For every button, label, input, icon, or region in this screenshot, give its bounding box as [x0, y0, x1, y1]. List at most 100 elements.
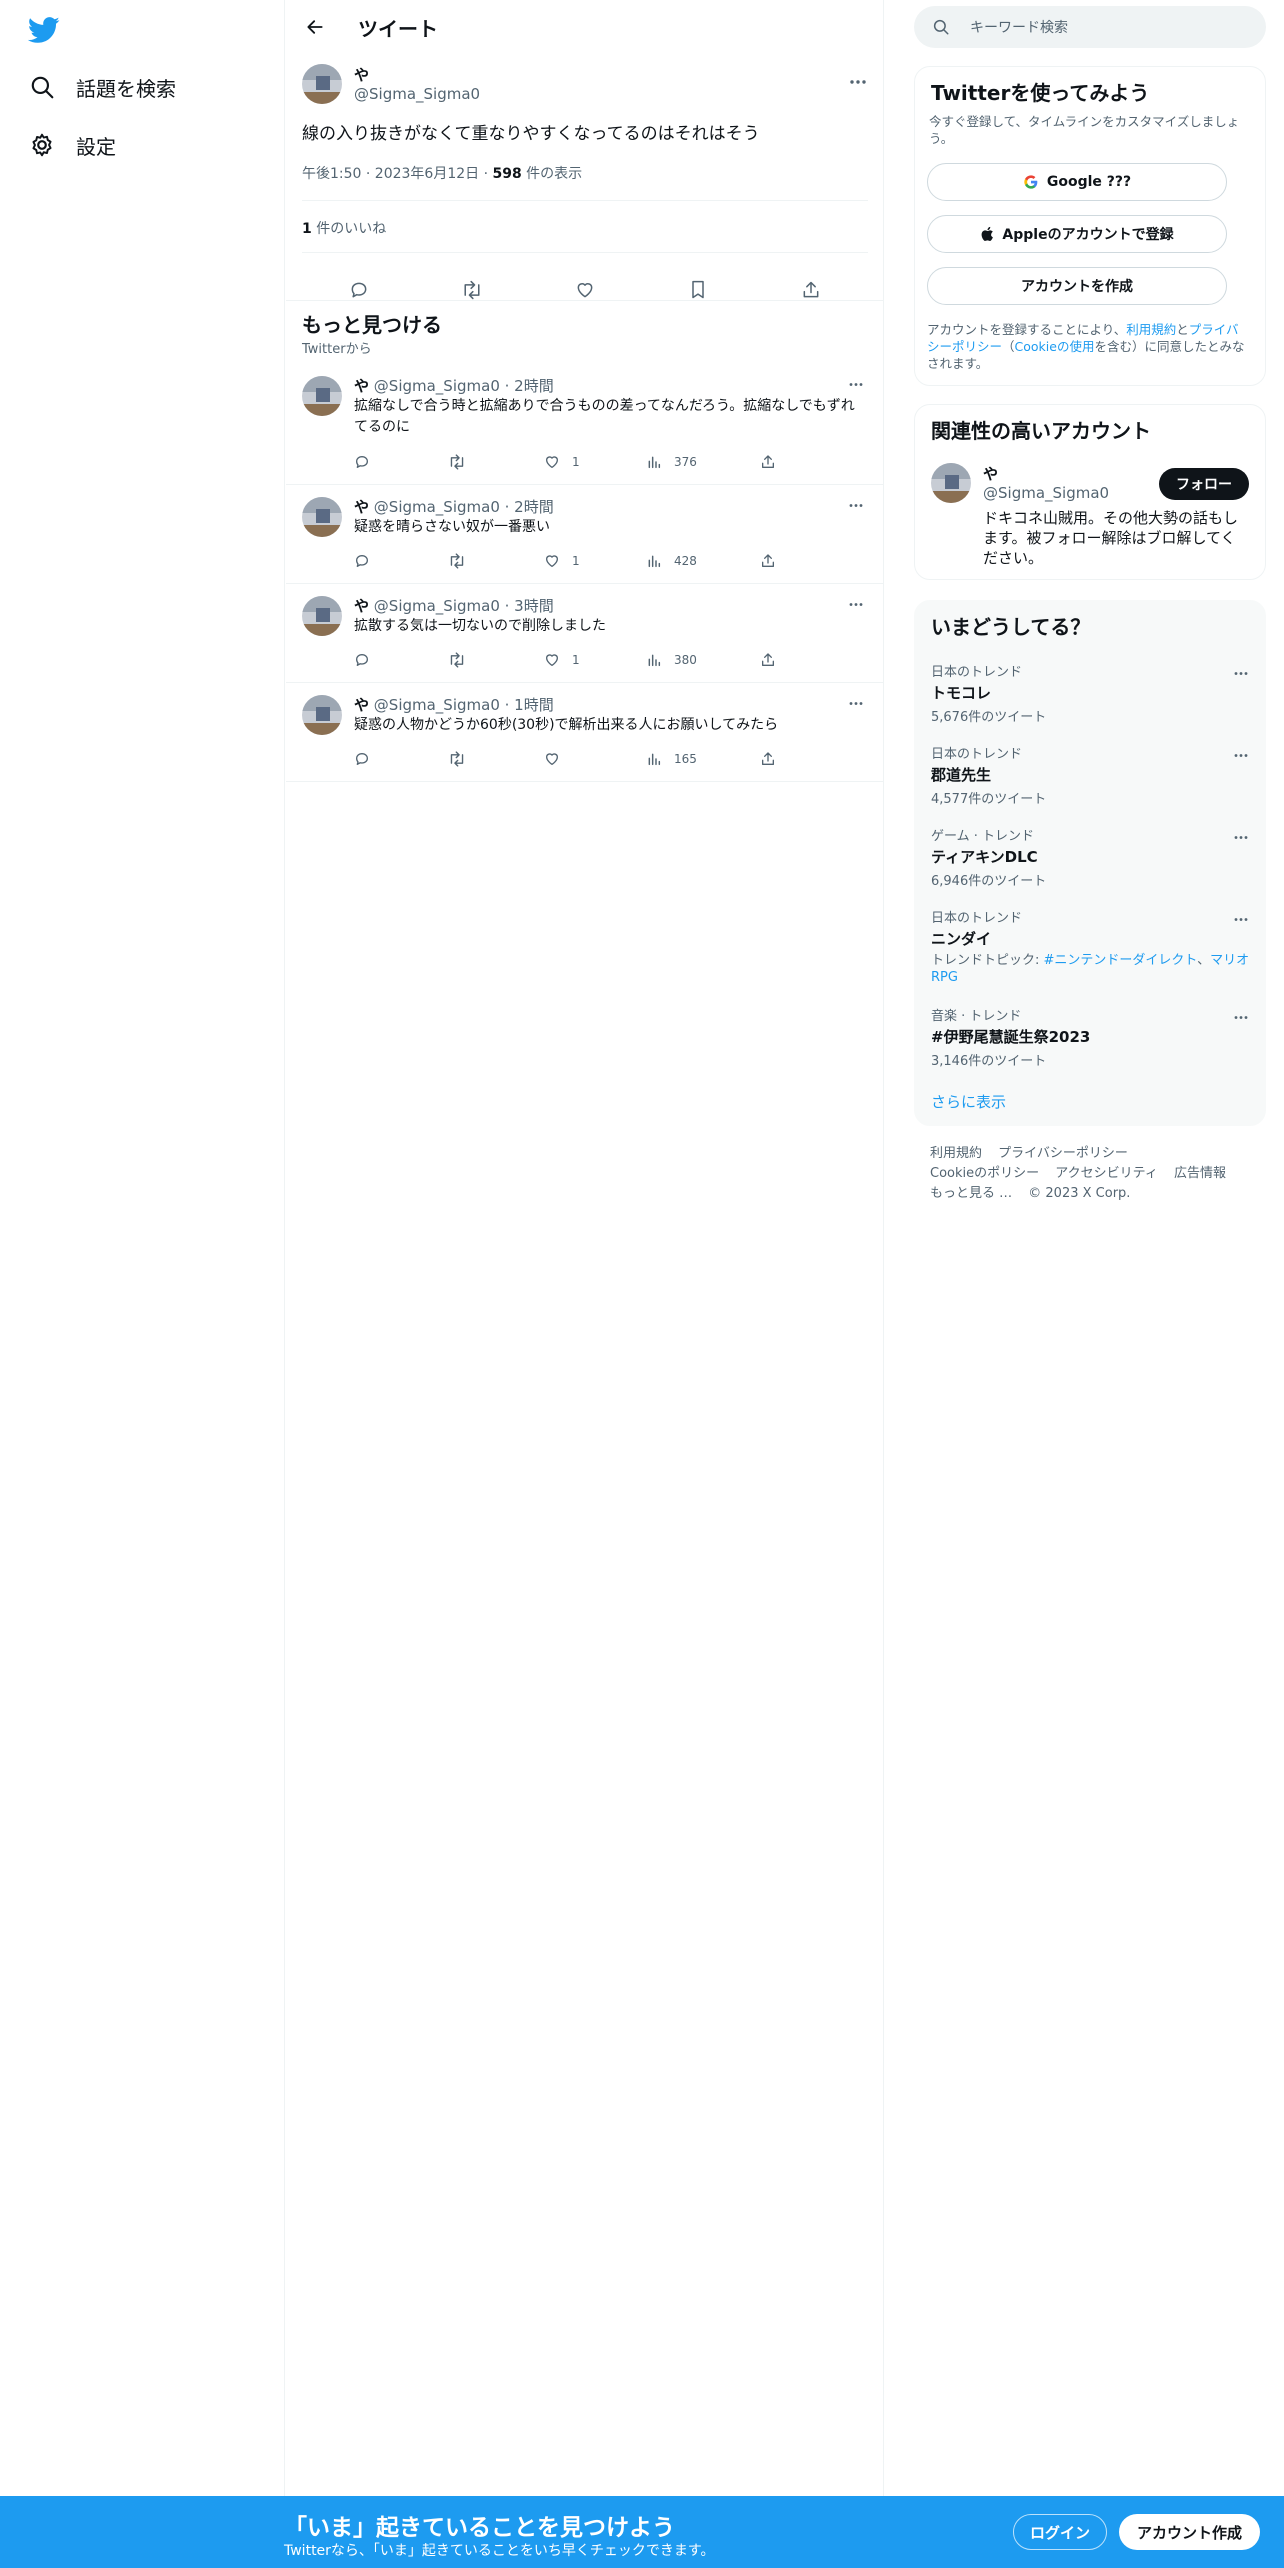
reply-button[interactable]: [354, 551, 370, 571]
back-button[interactable]: [302, 14, 328, 40]
account-name[interactable]: や: [983, 463, 998, 484]
retweet-icon: [450, 454, 464, 470]
more-options-icon[interactable]: [1231, 747, 1251, 763]
tweet-timestamp[interactable]: 午後1:50 · 2023年6月12日 ·: [302, 166, 493, 182]
share-button[interactable]: [760, 650, 776, 670]
views-button[interactable]: 165: [646, 749, 697, 769]
retweet-button[interactable]: [455, 273, 489, 307]
google-icon: [1023, 174, 1039, 190]
reply-icon: [356, 654, 368, 666]
footer-link[interactable]: 利用規約: [930, 1146, 982, 1161]
retweet-button[interactable]: [448, 452, 466, 472]
trend-item[interactable]: 日本のトレンド トモコレ 5,676件のツイート: [931, 661, 1251, 725]
reply-button[interactable]: [354, 452, 370, 472]
trend-item[interactable]: 日本のトレンド 郡道先生 4,577件のツイート: [931, 743, 1251, 807]
cookie-use-link[interactable]: Cookieの使用: [1015, 339, 1095, 354]
trend-item[interactable]: ゲーム · トレンド ティアキンDLC 6,946件のツイート: [931, 825, 1251, 889]
signup-button[interactable]: アカウント作成: [1119, 2514, 1260, 2550]
related-tweet[interactable]: や @Sigma_Sigma0 · 2時間 疑惑を晴らさない奴が一番悪い 1 4…: [286, 485, 884, 584]
heart-icon: [546, 753, 558, 765]
apple-signup-button[interactable]: Appleのアカウントで登録: [927, 215, 1227, 253]
trend-topic-link[interactable]: #ニンテンドーダイレクト: [1044, 953, 1198, 968]
retweet-button[interactable]: [448, 551, 466, 571]
show-more-link[interactable]: さらに表示: [931, 1091, 1006, 1112]
footer-link[interactable]: 広告情報: [1174, 1166, 1226, 1181]
share-icon: [762, 752, 774, 765]
more-options-icon[interactable]: [846, 374, 866, 394]
footer-link[interactable]: プライバシーポリシー: [998, 1146, 1128, 1161]
reply-button[interactable]: [342, 273, 376, 307]
avatar[interactable]: [302, 497, 342, 537]
more-options-icon[interactable]: [1231, 665, 1251, 681]
footer-link[interactable]: アクセシビリティ: [1055, 1166, 1158, 1181]
related-tweet[interactable]: や @Sigma_Sigma0 · 3時間 拡散する気は一切ないので削除しました…: [286, 584, 884, 683]
reply-button[interactable]: [354, 650, 370, 670]
bookmark-button[interactable]: [681, 273, 715, 307]
tweet-text: 拡散する気は一切ないので削除しました: [354, 618, 606, 634]
like-button[interactable]: 1: [544, 650, 580, 670]
trend-item[interactable]: 日本のトレンド ニンダイ トレンドトピック: #ニンテンドーダイレクト、マリオR…: [931, 907, 1251, 986]
view-count: 428: [674, 554, 697, 568]
author-name[interactable]: や: [354, 498, 369, 516]
retweet-icon: [464, 280, 480, 300]
more-options-icon[interactable]: [846, 594, 866, 614]
like-button[interactable]: [544, 749, 560, 769]
author-name[interactable]: や: [354, 64, 369, 85]
likes-summary[interactable]: 1 件のいいね: [302, 218, 386, 238]
twitter-bird-icon[interactable]: [27, 14, 60, 46]
bar-chart-icon: [648, 654, 661, 667]
views-button[interactable]: 376: [646, 452, 697, 472]
search-box[interactable]: キーワード検索: [914, 6, 1266, 48]
retweet-button[interactable]: [448, 650, 466, 670]
author-name[interactable]: や: [354, 696, 369, 714]
terms-prefix: アカウントを登録することにより、: [927, 322, 1127, 337]
avatar[interactable]: [302, 376, 342, 416]
trend-count: 4,577件のツイート: [931, 792, 1047, 807]
like-button[interactable]: 1: [544, 551, 580, 571]
author-name[interactable]: や: [354, 597, 369, 615]
author-handle[interactable]: @Sigma_Sigma0 · 3時間: [374, 597, 554, 615]
related-tweet[interactable]: や @Sigma_Sigma0 · 1時間 疑惑の人物かどうか60秒(30秒)で…: [286, 683, 884, 782]
avatar[interactable]: [302, 64, 342, 104]
search-input[interactable]: キーワード検索: [970, 17, 1068, 37]
tweet-actions: 1 380: [354, 650, 814, 670]
like-button[interactable]: [568, 273, 602, 307]
more-options-icon[interactable]: [846, 693, 866, 713]
avatar[interactable]: [302, 695, 342, 735]
retweet-button[interactable]: [448, 749, 466, 769]
views-button[interactable]: 428: [646, 551, 697, 571]
author-handle[interactable]: @Sigma_Sigma0 · 2時間: [374, 498, 554, 516]
share-button[interactable]: [760, 749, 776, 769]
views-button[interactable]: 380: [646, 650, 697, 670]
create-account-button[interactable]: アカウントを作成: [927, 267, 1227, 305]
more-options-icon[interactable]: [1231, 911, 1251, 927]
login-button[interactable]: ログイン: [1013, 2514, 1107, 2550]
like-button[interactable]: 1: [544, 452, 580, 472]
footer-link[interactable]: もっと見る …: [930, 1186, 1012, 1201]
author-handle[interactable]: @Sigma_Sigma0: [354, 85, 480, 103]
avatar[interactable]: [302, 596, 342, 636]
more-options-icon[interactable]: [846, 495, 866, 515]
share-button[interactable]: [794, 273, 828, 307]
tweet-meta: 午後1:50 · 2023年6月12日 · 598 件の表示: [302, 163, 582, 183]
account-handle[interactable]: @Sigma_Sigma0: [983, 484, 1109, 502]
more-options-icon[interactable]: [1231, 1009, 1251, 1025]
footer-link[interactable]: Cookieのポリシー: [930, 1166, 1039, 1181]
avatar[interactable]: [931, 463, 971, 503]
author-name[interactable]: や: [354, 377, 369, 395]
follow-button[interactable]: フォロー: [1159, 468, 1249, 500]
nav-item-settings[interactable]: 設定: [28, 125, 116, 165]
google-signup-button[interactable]: Google ???: [927, 163, 1227, 201]
nav-item-explore[interactable]: 話題を検索: [28, 67, 176, 107]
share-button[interactable]: [760, 452, 776, 472]
related-tweet[interactable]: や @Sigma_Sigma0 · 2時間 拡縮なしで合う時と拡縮ありで合うもの…: [286, 364, 884, 485]
reply-button[interactable]: [354, 749, 370, 769]
author-handle[interactable]: @Sigma_Sigma0 · 2時間: [374, 377, 554, 395]
share-button[interactable]: [760, 551, 776, 571]
reply-icon: [356, 753, 368, 765]
author-handle[interactable]: @Sigma_Sigma0 · 1時間: [374, 696, 554, 714]
terms-of-service-link[interactable]: 利用規約: [1126, 322, 1176, 337]
more-options-icon[interactable]: [848, 72, 868, 92]
trend-item[interactable]: 音楽 · トレンド #伊野尾慧誕生祭2023 3,146件のツイート: [931, 1005, 1251, 1069]
more-options-icon[interactable]: [1231, 829, 1251, 845]
